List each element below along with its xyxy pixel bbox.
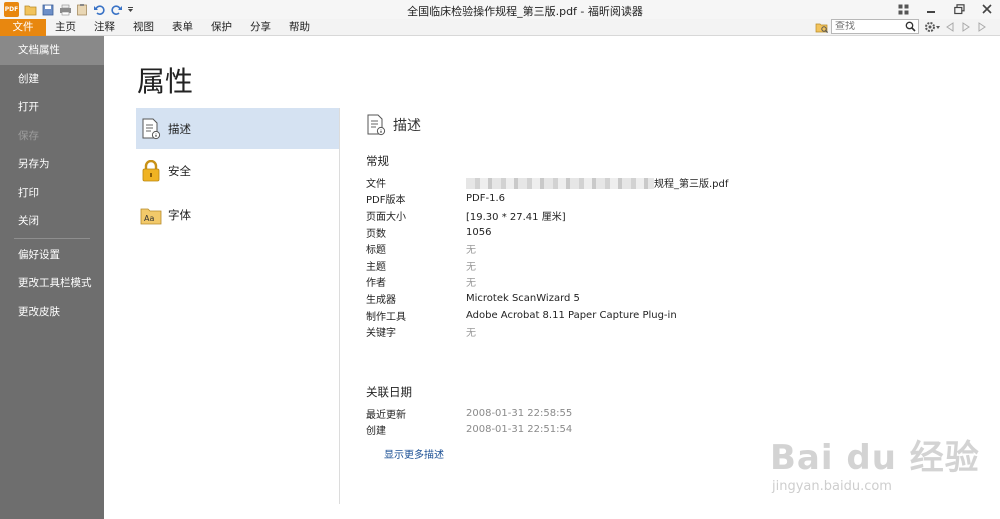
svg-text:Aa: Aa [144, 214, 154, 223]
description-title: 描述 [393, 118, 421, 134]
date-value: 2008-01-31 22:51:54 [466, 424, 573, 436]
date-row-modified: 最近更新 2008-01-31 22:58:55 [366, 405, 986, 422]
property-category-list: 描述 安全 Aa 字体 [136, 108, 340, 504]
minimize-icon[interactable] [924, 2, 938, 16]
date-key: 创建 [366, 426, 386, 438]
sidebar-item-save[interactable]: 保存 [0, 122, 104, 151]
menu-view[interactable]: 视图 [124, 19, 163, 36]
font-folder-icon: Aa [140, 203, 162, 227]
category-fonts-label: 字体 [168, 208, 191, 222]
grid-view-icon[interactable] [896, 2, 910, 16]
property-row-creator-tool: 制作工具 Adobe Acrobat 8.11 Paper Capture Pl… [366, 307, 986, 324]
category-security[interactable]: 安全 [136, 149, 339, 193]
previous-page-icon[interactable] [946, 21, 956, 33]
gear-icon[interactable] [924, 20, 940, 33]
property-key: 标题 [366, 245, 386, 257]
sidebar-item-document-properties[interactable]: 文档属性 [0, 36, 104, 65]
search-icon[interactable] [905, 21, 916, 32]
backstage-sidebar: 文档属性 创建 打开 保存 另存为 打印 关闭 偏好设置 更改工具栏模式 更改皮… [0, 36, 104, 519]
property-key: PDF版本 [366, 195, 406, 207]
property-row-pdf-version: PDF版本 PDF-1.6 [366, 191, 986, 208]
property-row-page-count: 页数 1056 [366, 224, 986, 241]
menu-protect[interactable]: 保护 [202, 19, 241, 36]
sidebar-item-open[interactable]: 打开 [0, 93, 104, 122]
property-value: 无 [466, 261, 476, 273]
property-value: 无 [466, 328, 476, 340]
property-value: PDF-1.6 [466, 193, 505, 205]
sidebar-item-change-skin[interactable]: 更改皮肤 [0, 298, 104, 327]
menu-help[interactable]: 帮助 [280, 19, 319, 36]
sidebar-item-print[interactable]: 打印 [0, 179, 104, 208]
sidebar-divider [14, 237, 90, 239]
baidu-watermark: Bai du 经验 jingyan.baidu.com [770, 430, 980, 494]
menu-comment[interactable]: 注释 [85, 19, 124, 36]
property-row-file: 文件 规程_第三版.pdf [366, 174, 986, 191]
next-page-icon[interactable] [962, 21, 972, 33]
navigate-forward-icon[interactable] [978, 21, 988, 33]
restore-icon[interactable] [952, 2, 966, 16]
menu-form[interactable]: 表单 [163, 19, 202, 36]
category-description-label: 描述 [168, 121, 191, 136]
search-input[interactable] [835, 20, 905, 33]
property-row-page-size: 页面大小 [19.30 * 27.41 厘米] [366, 207, 986, 224]
sidebar-item-create[interactable]: 创建 [0, 65, 104, 94]
menu-share[interactable]: 分享 [241, 19, 280, 36]
close-icon[interactable] [980, 2, 994, 16]
redacted-text [466, 178, 654, 190]
property-value: 1056 [466, 226, 492, 238]
watermark-url: jingyan.baidu.com [772, 479, 892, 494]
window-title: 全国临床检验操作规程_第三版.pdf - 福昕阅读器 [407, 5, 643, 18]
property-value: 规程_第三版.pdf [466, 175, 728, 190]
title-bar: PDF 全国临床检验操作规程_第三版.pdf - 福昕阅读器 [0, 0, 1000, 19]
property-key: 文件 [366, 178, 386, 190]
property-row-producer: 生成器 Microtek ScanWizard 5 [366, 290, 986, 307]
category-fonts[interactable]: Aa 字体 [136, 193, 339, 237]
property-key: 关键字 [366, 328, 396, 340]
category-description[interactable]: 描述 [136, 108, 339, 149]
date-key: 最近更新 [366, 409, 406, 421]
property-value: Adobe Acrobat 8.11 Paper Capture Plug-in [466, 309, 677, 321]
window-controls [896, 2, 994, 16]
dates-section-title: 关联日期 [366, 384, 412, 399]
watermark-logo-text: Bai du 经验 [770, 438, 980, 478]
general-section-title: 常规 [366, 154, 389, 168]
property-key: 页面大小 [366, 211, 406, 223]
property-row-title: 标题 无 [366, 240, 986, 257]
property-key: 制作工具 [366, 311, 406, 323]
property-key: 作者 [366, 278, 386, 290]
property-value: Microtek ScanWizard 5 [466, 292, 580, 304]
lock-icon [140, 159, 162, 183]
property-value: 无 [466, 278, 476, 290]
property-value: [19.30 * 27.41 厘米] [466, 211, 566, 223]
date-value: 2008-01-31 22:58:55 [466, 407, 573, 419]
property-key: 主题 [366, 261, 386, 273]
property-value: 无 [466, 245, 476, 257]
menu-file[interactable]: 文件 [0, 19, 46, 36]
page-title: 属性 [137, 65, 194, 98]
sidebar-item-preferences[interactable]: 偏好设置 [0, 241, 104, 270]
description-header: 描述 [366, 110, 986, 140]
category-security-label: 安全 [168, 164, 191, 178]
sidebar-item-close[interactable]: 关闭 [0, 207, 104, 236]
document-info-icon [366, 113, 388, 137]
sidebar-item-save-as[interactable]: 另存为 [0, 150, 104, 179]
right-toolbar [924, 20, 988, 33]
description-panel: 描述 常规 文件 规程_第三版.pdf PDF版本 PDF-1.6 页面大小 [… [366, 108, 986, 461]
find-folder-icon[interactable] [815, 21, 829, 34]
menu-home[interactable]: 主页 [46, 19, 85, 36]
document-info-icon [140, 117, 162, 141]
property-key: 页数 [366, 228, 386, 240]
search-field[interactable] [831, 19, 919, 34]
sidebar-item-toolbar-mode[interactable]: 更改工具栏模式 [0, 269, 104, 298]
property-key: 生成器 [366, 294, 396, 306]
property-row-keywords: 关键字 无 [366, 323, 986, 340]
property-row-subject: 主题 无 [366, 257, 986, 274]
property-row-author: 作者 无 [366, 274, 986, 291]
